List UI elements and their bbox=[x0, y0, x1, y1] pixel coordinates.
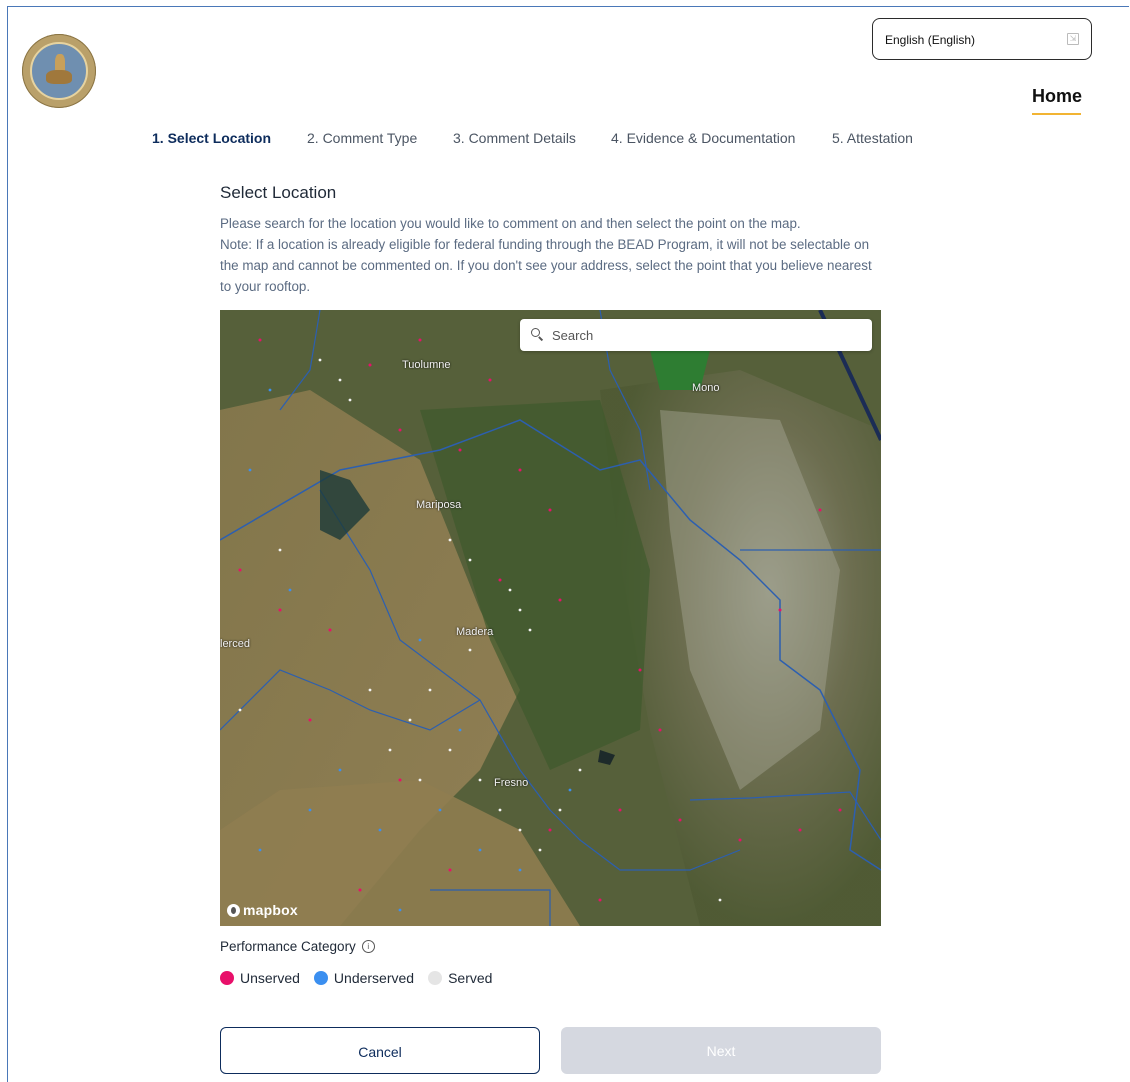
map-label-madera: Madera bbox=[456, 626, 494, 638]
mapbox-attribution[interactable]: mapbox bbox=[227, 902, 298, 918]
step-attestation[interactable]: 5. Attestation bbox=[832, 130, 913, 146]
step-evidence-documentation[interactable]: 4. Evidence & Documentation bbox=[611, 130, 795, 146]
mapbox-logo-text: mapbox bbox=[243, 902, 298, 918]
step-comment-type[interactable]: 2. Comment Type bbox=[307, 130, 417, 146]
cancel-button[interactable]: Cancel bbox=[220, 1027, 540, 1074]
map-label-merced: lerced bbox=[220, 638, 250, 650]
mapbox-icon bbox=[227, 903, 240, 917]
location-map[interactable]: Tuolumne Mono Mariposa Madera lerced Fre… bbox=[220, 310, 881, 926]
translate-icon: ⇲ bbox=[1067, 33, 1079, 45]
map-label-mariposa: Mariposa bbox=[416, 499, 462, 511]
map-label-tuolumne: Tuolumne bbox=[402, 359, 451, 371]
performance-legend: Unserved Underserved Served bbox=[220, 970, 506, 986]
seal-bear bbox=[46, 70, 72, 84]
legend-item-unserved: Unserved bbox=[220, 970, 300, 986]
step-comment-details[interactable]: 3. Comment Details bbox=[453, 130, 576, 146]
home-active-underline bbox=[1032, 113, 1081, 115]
cpuc-seal-logo bbox=[22, 34, 96, 108]
section-description: Please search for the location you would… bbox=[220, 213, 880, 297]
language-selector[interactable]: English (English) ⇲ bbox=[872, 18, 1092, 60]
legend-item-underserved: Underserved bbox=[313, 970, 415, 986]
description-line-1: Please search for the location you would… bbox=[220, 216, 801, 231]
legend-label-underserved: Underserved bbox=[333, 970, 415, 986]
served-dot-icon bbox=[428, 971, 443, 985]
search-icon bbox=[531, 328, 540, 337]
section-title: Select Location bbox=[220, 183, 337, 202]
map-label-mono: Mono bbox=[692, 382, 720, 394]
language-selector-label: English (English) bbox=[885, 33, 976, 47]
description-line-2: Note: If a location is already eligible … bbox=[220, 237, 872, 294]
legend-item-served: Served bbox=[428, 970, 492, 986]
info-icon[interactable]: i bbox=[361, 940, 375, 953]
unserved-dot-icon bbox=[220, 971, 234, 985]
performance-category: Performance Category i bbox=[220, 939, 375, 954]
map-search-box[interactable] bbox=[520, 319, 872, 351]
performance-category-title: Performance Category bbox=[220, 939, 356, 954]
underserved-dot-icon bbox=[313, 971, 328, 985]
map-label-fresno: Fresno bbox=[494, 777, 529, 789]
step-select-location[interactable]: 1. Select Location bbox=[152, 130, 271, 146]
legend-label-unserved: Unserved bbox=[240, 970, 300, 986]
next-button[interactable]: Next bbox=[561, 1027, 881, 1074]
search-input[interactable] bbox=[550, 327, 854, 344]
map-canvas bbox=[220, 310, 881, 926]
legend-label-served: Served bbox=[448, 970, 493, 986]
home-link[interactable]: Home bbox=[1032, 86, 1082, 107]
